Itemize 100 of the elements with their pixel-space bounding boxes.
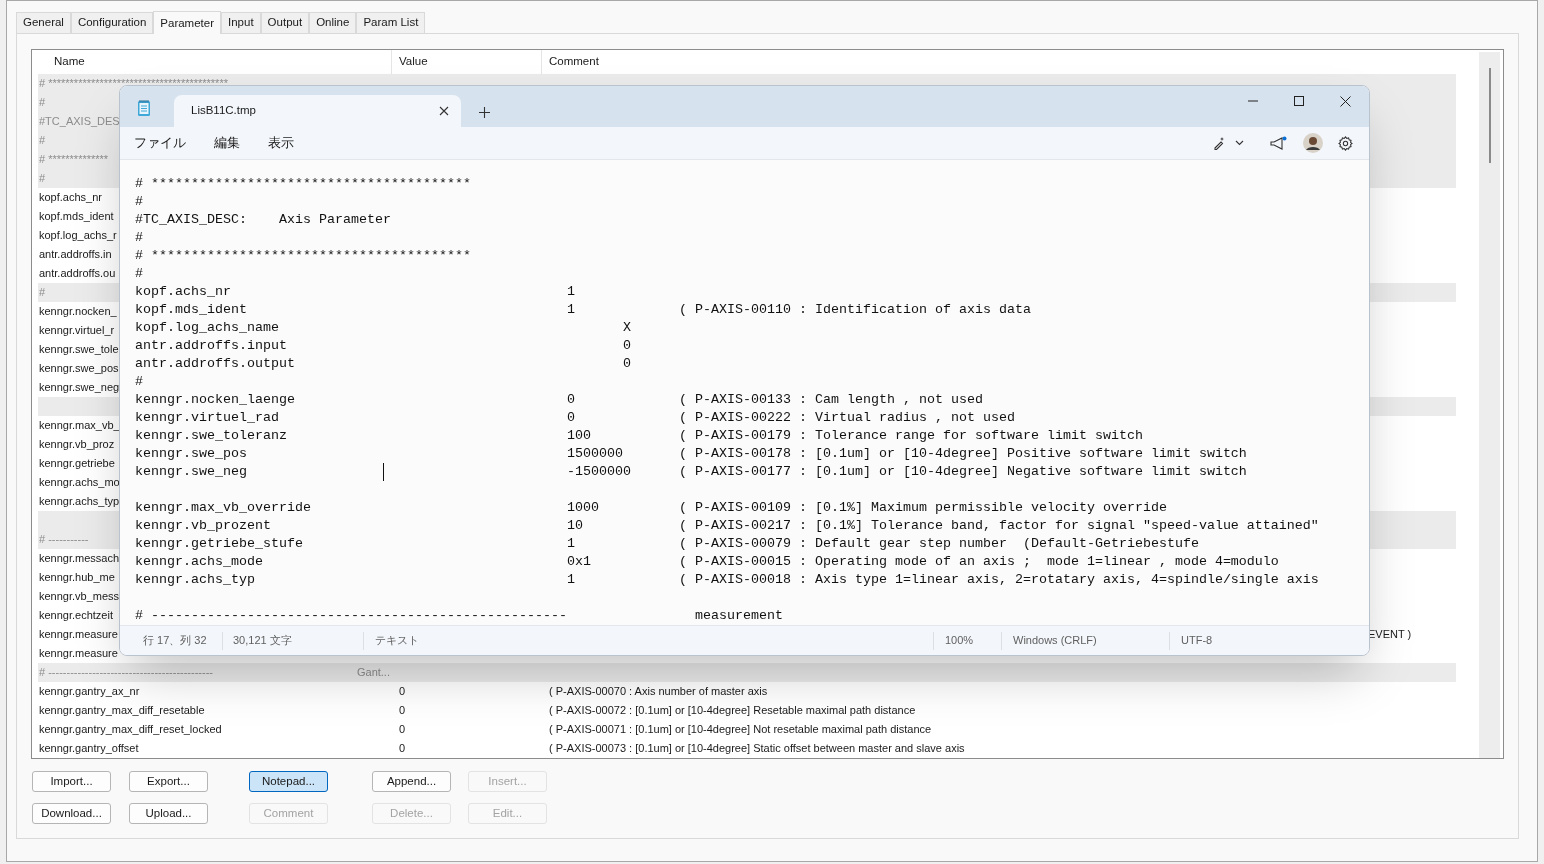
text-line: 1000 bbox=[567, 500, 599, 515]
megaphone-icon[interactable] bbox=[1270, 135, 1287, 151]
text-area[interactable] bbox=[120, 160, 1369, 625]
button[interactable]: Notepad... bbox=[249, 771, 328, 792]
scrollbar-thumb[interactable] bbox=[1488, 68, 1491, 163]
table-cell-text: antr.addroffs.ou bbox=[39, 266, 116, 282]
text-line: # bbox=[135, 229, 143, 247]
table-cell-text: ( P-AXIS-00071 : [0.1um] or [10-4degree] Not resetable maximal path distance bbox=[549, 722, 932, 738]
table-cell-text: ( P-AXIS-00072 : [0.1um] or [10-4degree] Resetable maximal path distance bbox=[549, 703, 916, 719]
table-cell-text: kenngr.virtuel_r bbox=[39, 323, 115, 339]
table-cell-text: kenngr.swe_neg bbox=[39, 380, 120, 396]
text-line: ( P-AXIS-00177 : [0.1um] or [10-4degree] Negative software limit switch bbox=[679, 463, 1247, 481]
text-line: kenngr.max_vb_override bbox=[135, 500, 311, 515]
text-line: # **************************************** bbox=[135, 247, 471, 265]
scrollbar[interactable] bbox=[1479, 52, 1500, 758]
table-cell-text: kopf.mds_ident bbox=[39, 209, 114, 225]
text-line: ( P-AXIS-00178 : [0.1um] or [10-4degree] Positive software limit switch bbox=[679, 445, 1247, 463]
table-cell-text: antr.addroffs.in bbox=[39, 247, 112, 263]
column-header[interactable]: Value bbox=[399, 53, 428, 71]
text-line: # bbox=[135, 373, 143, 391]
table-cell-text: kenngr.achs_typ bbox=[39, 494, 120, 510]
text-line: ( P-AXIS-00133 : Cam length , not used bbox=[679, 391, 983, 409]
table-cell: 0 bbox=[399, 723, 406, 736]
button[interactable]: Append... bbox=[372, 771, 451, 792]
text-line: ( P-AXIS-00109 : [0.1%] Maximum permissible velocity override bbox=[679, 499, 1167, 517]
text-line: 1 bbox=[567, 302, 575, 317]
settings-icon[interactable] bbox=[1338, 135, 1353, 151]
text-line: # **************************************** bbox=[135, 175, 471, 193]
status-text: 行 17、列 32 bbox=[143, 633, 207, 649]
text-line: ( P-AXIS-00110 : Identification of axis data bbox=[679, 301, 1031, 319]
table-cell-text: kenngr.hub_me bbox=[39, 570, 115, 586]
table-cell-text: # ----------- bbox=[39, 532, 89, 548]
tab[interactable]: Parameter bbox=[153, 11, 221, 34]
text-line: ( P-AXIS-00079 : Default gear step number (Default-Getriebestufe bbox=[679, 535, 1199, 553]
text-line: ( P-AXIS-00179 : Tolerance range for software limit switch bbox=[679, 427, 1143, 445]
menu-item[interactable]: 編集 bbox=[214, 133, 240, 153]
text-line: kenngr.nocken_laenge bbox=[135, 392, 295, 407]
button[interactable]: Export... bbox=[129, 771, 208, 792]
button[interactable]: Import... bbox=[32, 771, 111, 792]
tab[interactable]: Online bbox=[309, 12, 357, 33]
text-line: 1500000 bbox=[567, 446, 623, 461]
text-line: # ---------------------------------------------------- bbox=[135, 608, 567, 623]
chevron-down-icon[interactable] bbox=[1235, 140, 1244, 146]
new-tab-icon[interactable] bbox=[479, 107, 490, 118]
table-cell-text: # bbox=[39, 285, 46, 301]
table-cell-text: ( P-AXIS-00073 : [0.1um] or [10-4degree] Static offset between master and slave axis bbox=[549, 741, 965, 757]
tab[interactable]: Output bbox=[260, 12, 310, 33]
table-cell: 0 bbox=[399, 704, 406, 717]
tab[interactable]: Param List bbox=[356, 12, 426, 33]
table-cell-text: kopf.log_achs_r bbox=[39, 228, 117, 244]
text-line: kenngr.virtuel_rad bbox=[135, 410, 279, 425]
button[interactable]: Download... bbox=[32, 803, 111, 824]
text-line: -1500000 bbox=[567, 464, 631, 479]
table-cell-text: Gant... bbox=[356, 665, 390, 681]
file-tab[interactable]: LisB11C.tmp bbox=[174, 95, 461, 127]
status-text: テキスト bbox=[375, 633, 419, 649]
table-cell-text: kenngr.gantry_max_diff_resetable bbox=[39, 703, 205, 719]
table-cell-text: # bbox=[39, 133, 46, 149]
pen-sparkle-icon[interactable] bbox=[1212, 136, 1226, 150]
text-line: 10 bbox=[567, 518, 583, 533]
text-line: 0x1 bbox=[567, 554, 591, 569]
text-line: kenngr.vb_prozent bbox=[135, 518, 271, 533]
menu-item[interactable]: ファイル bbox=[134, 133, 186, 153]
table-cell-text: ( P-AXIS-00070 : Axis number of master axis bbox=[549, 684, 768, 700]
table-cell-text: # bbox=[39, 171, 46, 187]
menu-item[interactable]: 表示 bbox=[268, 133, 294, 153]
tab[interactable]: Configuration bbox=[70, 12, 154, 33]
tab[interactable]: Input bbox=[221, 12, 261, 33]
text-line: kenngr.swe_neg bbox=[135, 464, 247, 479]
maximize-icon[interactable] bbox=[1294, 96, 1304, 106]
status-text: 30,121 文字 bbox=[233, 633, 292, 649]
text-line: kenngr.swe_toleranz bbox=[135, 428, 287, 443]
notepad-icon bbox=[137, 99, 151, 117]
table-cell-text: kopf.achs_nr bbox=[39, 190, 102, 206]
text-line: ( P-AXIS-00018 : Axis type 1=linear axis, 2=rotatary axis, 4=spindle/single axis bbox=[679, 571, 1319, 589]
status-text: 100% bbox=[945, 633, 974, 649]
status-text: Windows (CRLF) bbox=[1013, 633, 1097, 649]
text-line: kenngr.achs_typ bbox=[135, 572, 255, 587]
avatar-icon[interactable] bbox=[1303, 133, 1323, 153]
table-cell-text: kenngr.measure bbox=[39, 627, 118, 643]
close-icon[interactable] bbox=[1340, 95, 1351, 107]
close-icon[interactable] bbox=[439, 106, 449, 116]
text-line: 0 bbox=[623, 338, 631, 353]
column-header[interactable]: Name bbox=[54, 53, 85, 71]
tab[interactable]: General bbox=[16, 12, 71, 33]
text-line: kenngr.swe_pos bbox=[135, 446, 247, 461]
text-line: 1 bbox=[567, 284, 575, 299]
column-header[interactable]: Comment bbox=[549, 53, 599, 71]
text-cursor bbox=[383, 463, 384, 481]
table-cell-text: kenngr.achs_mo bbox=[39, 475, 120, 491]
text-line: kopf.log_achs_name bbox=[135, 320, 279, 335]
text-line: antr.addroffs.input bbox=[135, 338, 287, 353]
text-line: ( P-AXIS-00015 : Operating mode of an axis ; mode 1=linear , mode 4=modulo bbox=[679, 553, 1279, 571]
text-line: 1 bbox=[567, 572, 575, 587]
text-line: 0 bbox=[567, 410, 575, 425]
table-cell-text: # ****************************************** bbox=[39, 76, 228, 92]
table-cell-text: # ************** bbox=[39, 152, 109, 168]
text-line: 0 bbox=[567, 392, 575, 407]
text-line: # bbox=[135, 193, 143, 211]
button[interactable]: Upload... bbox=[129, 803, 208, 824]
